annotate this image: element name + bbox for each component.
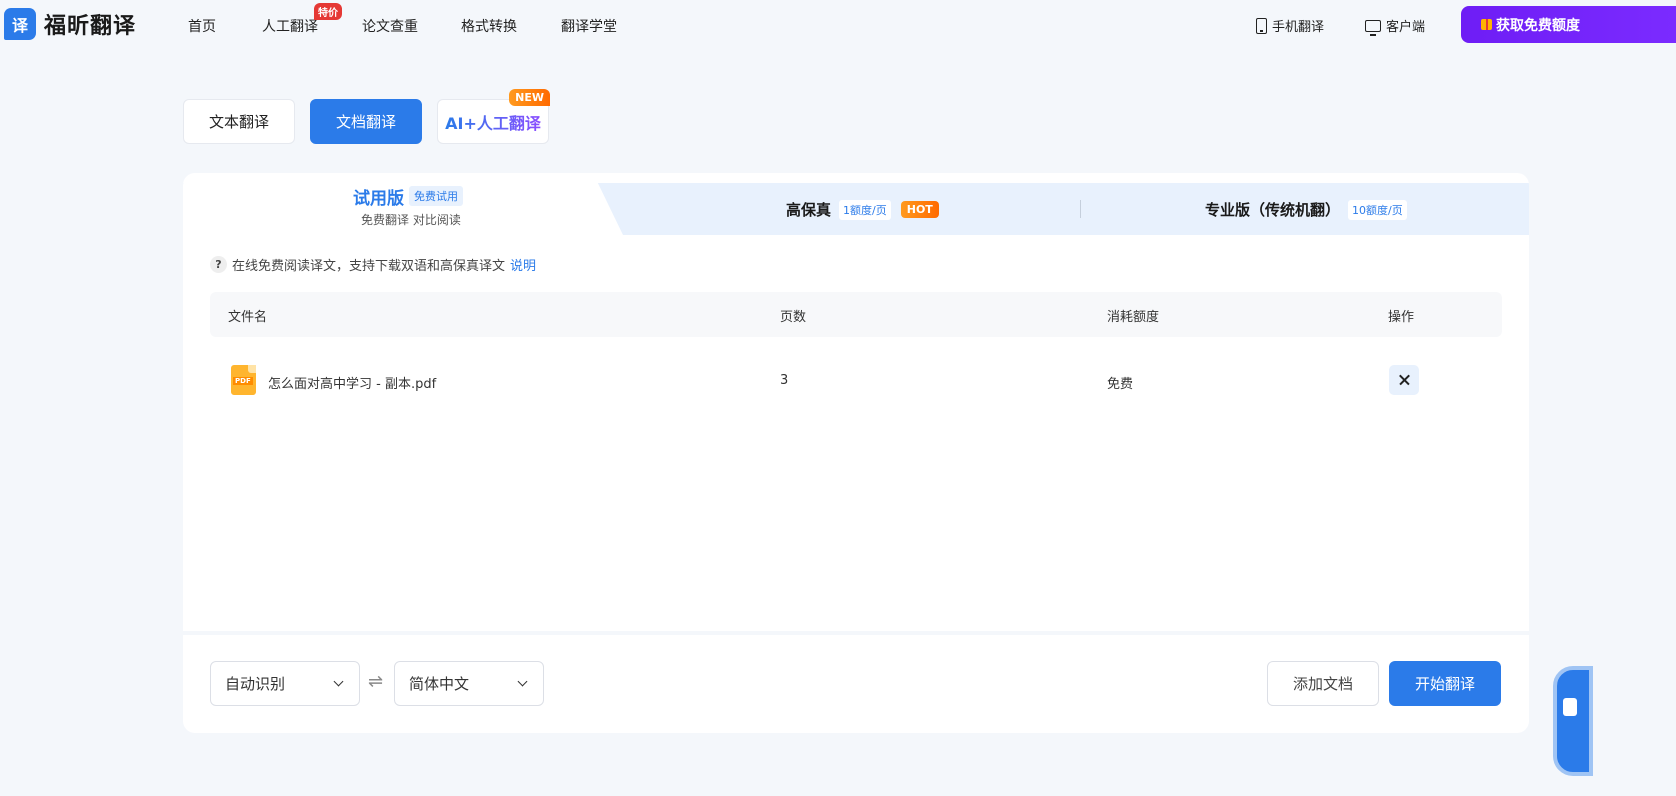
nav-item-label: 人工翻译 <box>262 19 318 35</box>
desktop-client-link[interactable]: 客户端 <box>1365 16 1426 36</box>
hifi-cost-badge: 1额度/页 <box>839 199 891 220</box>
promo-label: 获取免费额度 <box>1496 17 1580 34</box>
column-header-actions: 操作 <box>1388 310 1415 325</box>
logo-icon: 译 <box>4 8 36 40</box>
hot-badge: HOT <box>900 201 939 218</box>
swap-languages-icon[interactable]: ⇌ <box>368 671 383 692</box>
document-translation-card: 试用版 免费试用 免费翻译 对比阅读 高保真 1额度/页 HOT 专业版（传统机… <box>183 173 1529 733</box>
column-header-cost: 消耗额度 <box>1107 310 1160 325</box>
version-tab-professional[interactable]: 专业版（传统机翻） 10额度/页 <box>1205 199 1407 220</box>
brand-name: 福昕翻译 <box>44 14 137 39</box>
target-language-select[interactable]: 简体中文 <box>394 661 544 706</box>
add-document-button[interactable]: 添加文档 <box>1267 661 1379 706</box>
pro-cost-badge: 10额度/页 <box>1348 199 1407 220</box>
get-free-credits-button[interactable]: 获取免费额度 <box>1461 6 1676 43</box>
table-header: 文件名 页数 消耗额度 操作 <box>210 292 1502 337</box>
gift-icon <box>1481 19 1492 30</box>
nav-item-format-conversion[interactable]: 格式转换 <box>461 16 517 36</box>
ai-tab-label: AI+人工翻译 <box>445 110 541 134</box>
file-name: 怎么面对高中学习 - 副本.pdf <box>268 377 437 392</box>
explanation-link[interactable]: 说明 <box>510 255 536 274</box>
tab-ai-human-translation[interactable]: AI+人工翻译 NEW <box>437 89 550 144</box>
mobile-translation-label: 手机翻译 <box>1272 20 1325 35</box>
nav-item-plagiarism-check[interactable]: 论文查重 <box>362 16 418 36</box>
source-language-select[interactable]: 自动识别 <box>210 661 360 706</box>
new-badge: NEW <box>509 89 550 106</box>
column-header-pages: 页数 <box>780 310 807 325</box>
special-price-badge: 特价 <box>314 3 342 20</box>
column-header-filename: 文件名 <box>228 310 268 325</box>
start-translation-button[interactable]: 开始翻译 <box>1389 661 1501 706</box>
phone-icon <box>1256 17 1267 34</box>
hint-text: 在线免费阅读译文，支持下载双语和高保真译文 <box>232 259 506 274</box>
target-language-value: 简体中文 <box>409 675 470 693</box>
version-tab-trial[interactable]: 试用版 免费试用 免费翻译 对比阅读 <box>183 173 623 235</box>
remove-file-button[interactable] <box>1389 365 1419 395</box>
version-tab-high-fidelity[interactable]: 高保真 1额度/页 HOT <box>786 199 939 220</box>
chevron-down-icon <box>333 676 344 687</box>
floating-assistant-widget[interactable] <box>1553 666 1593 776</box>
pdf-icon-label: PDF <box>233 377 253 385</box>
tab-document-translation[interactable]: 文档翻译 <box>310 99 422 144</box>
chevron-down-icon <box>517 676 528 687</box>
trial-subtitle: 免费翻译 对比阅读 <box>361 213 461 227</box>
nav-item-home[interactable]: 首页 <box>188 16 216 36</box>
table-row: PDF 怎么面对高中学习 - 副本.pdf 3 免费 <box>210 359 1502 403</box>
tab-text-translation[interactable]: 文本翻译 <box>183 99 295 144</box>
nav-item-translation-academy[interactable]: 翻译学堂 <box>561 16 617 36</box>
page-count: 3 <box>780 373 789 388</box>
top-header: 译 福昕翻译 首页 人工翻译 特价 论文查重 格式转换 翻译学堂 手机翻译 客户… <box>0 0 1676 52</box>
pro-title: 专业版（传统机翻） <box>1205 201 1341 219</box>
source-language-value: 自动识别 <box>225 675 286 693</box>
question-icon: ? <box>210 256 227 273</box>
version-divider <box>1080 200 1081 218</box>
free-trial-badge: 免费试用 <box>409 186 463 206</box>
monitor-icon <box>1365 19 1381 36</box>
logo[interactable]: 译 福昕翻译 <box>4 8 136 40</box>
credit-cost: 免费 <box>1107 377 1134 392</box>
nav-item-human-translation[interactable]: 人工翻译 特价 <box>262 3 342 36</box>
desktop-client-label: 客户端 <box>1386 20 1426 35</box>
trial-title: 试用版 <box>353 189 404 209</box>
footer-divider <box>183 631 1529 635</box>
pdf-file-icon: PDF <box>231 365 256 395</box>
info-hint: ? 在线免费阅读译文，支持下载双语和高保真译文 说明 <box>210 255 536 274</box>
mobile-translation-link[interactable]: 手机翻译 <box>1256 16 1324 35</box>
hifi-title: 高保真 <box>786 201 832 219</box>
